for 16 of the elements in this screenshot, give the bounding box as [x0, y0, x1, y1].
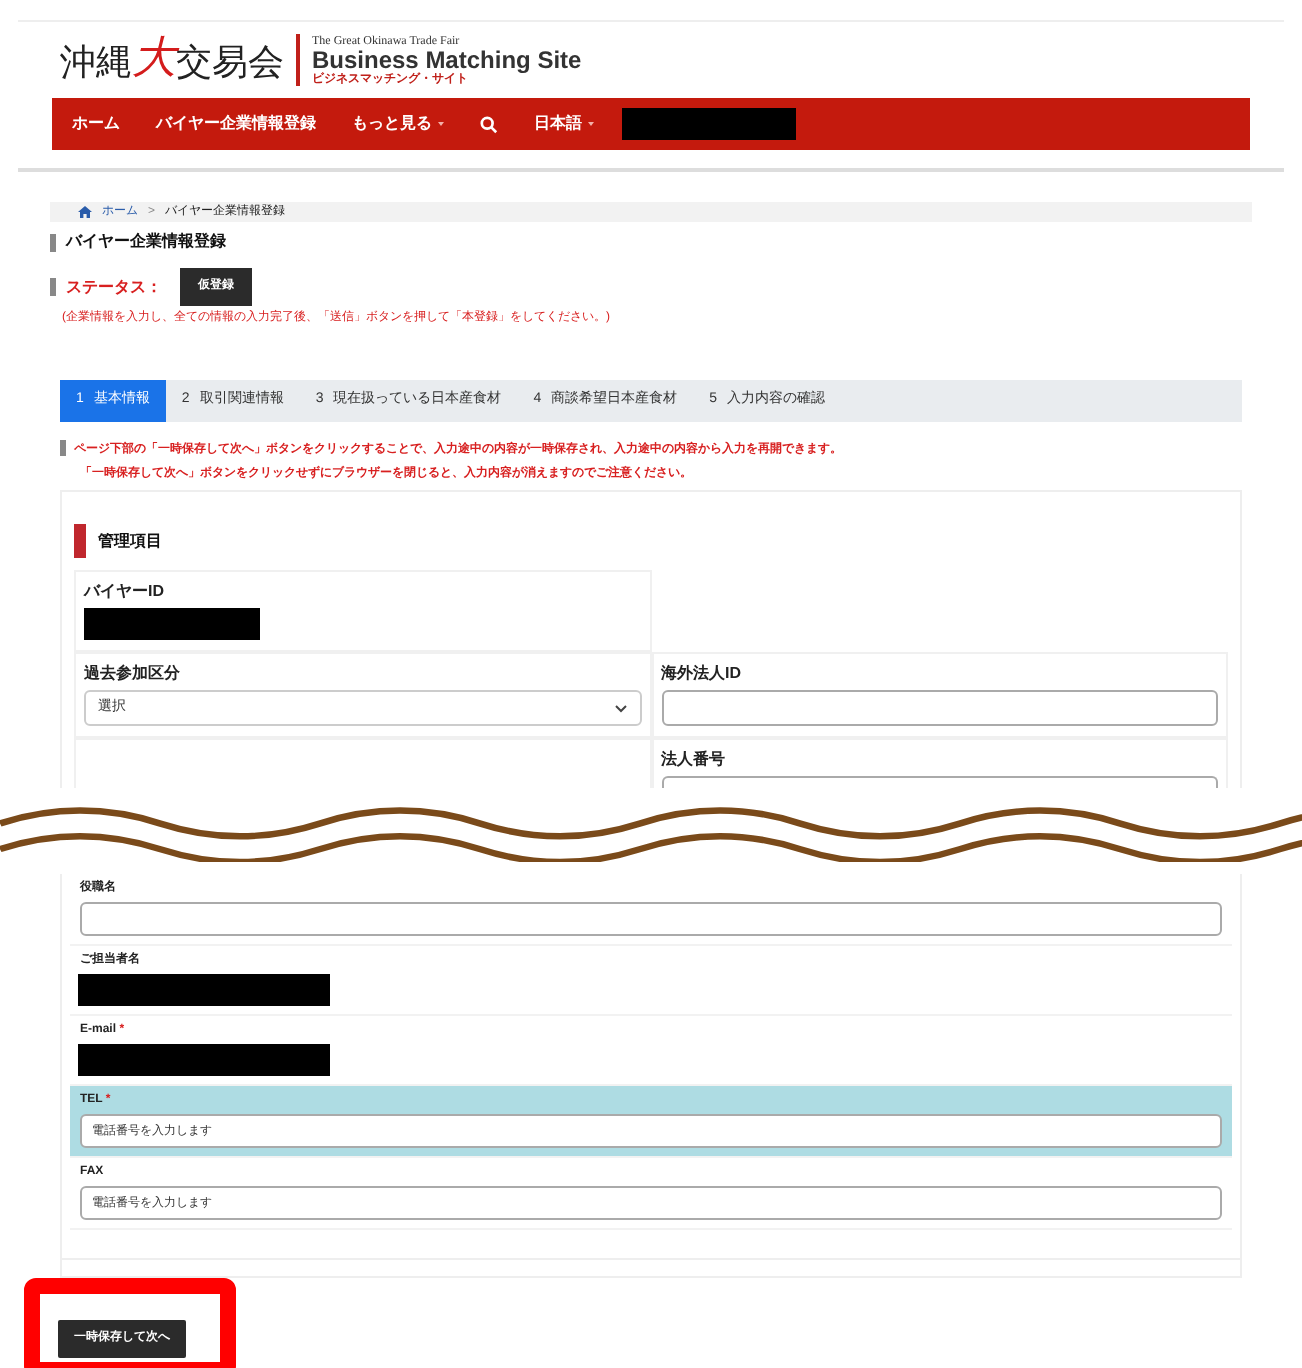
nav-link[interactable]: バイヤー企業情報登録 — [156, 112, 316, 136]
field-label: バイヤーID — [84, 582, 166, 602]
logo[interactable]: 沖縄大交易会 — [60, 38, 284, 82]
section-title: 管理項目 — [98, 529, 162, 553]
field-label: 海外法人ID — [661, 664, 743, 684]
logo-text: 交易会 — [176, 46, 284, 82]
logo-text: 大 — [132, 38, 176, 82]
page-title: バイヤー企業情報登録 — [66, 230, 226, 254]
status-label: ステータス： — [66, 275, 162, 299]
nav-link[interactable]: ホーム — [72, 112, 120, 136]
field-label: 法人番号 — [661, 750, 727, 770]
logo-text: 沖縄 — [60, 46, 132, 82]
nav-dropdown[interactable]: 日本語 — [534, 112, 594, 136]
field-label: 過去参加区分 — [84, 664, 182, 684]
nav-dropdown[interactable]: もっと見る — [352, 112, 444, 136]
site-name: Business Matching Site — [312, 47, 582, 71]
